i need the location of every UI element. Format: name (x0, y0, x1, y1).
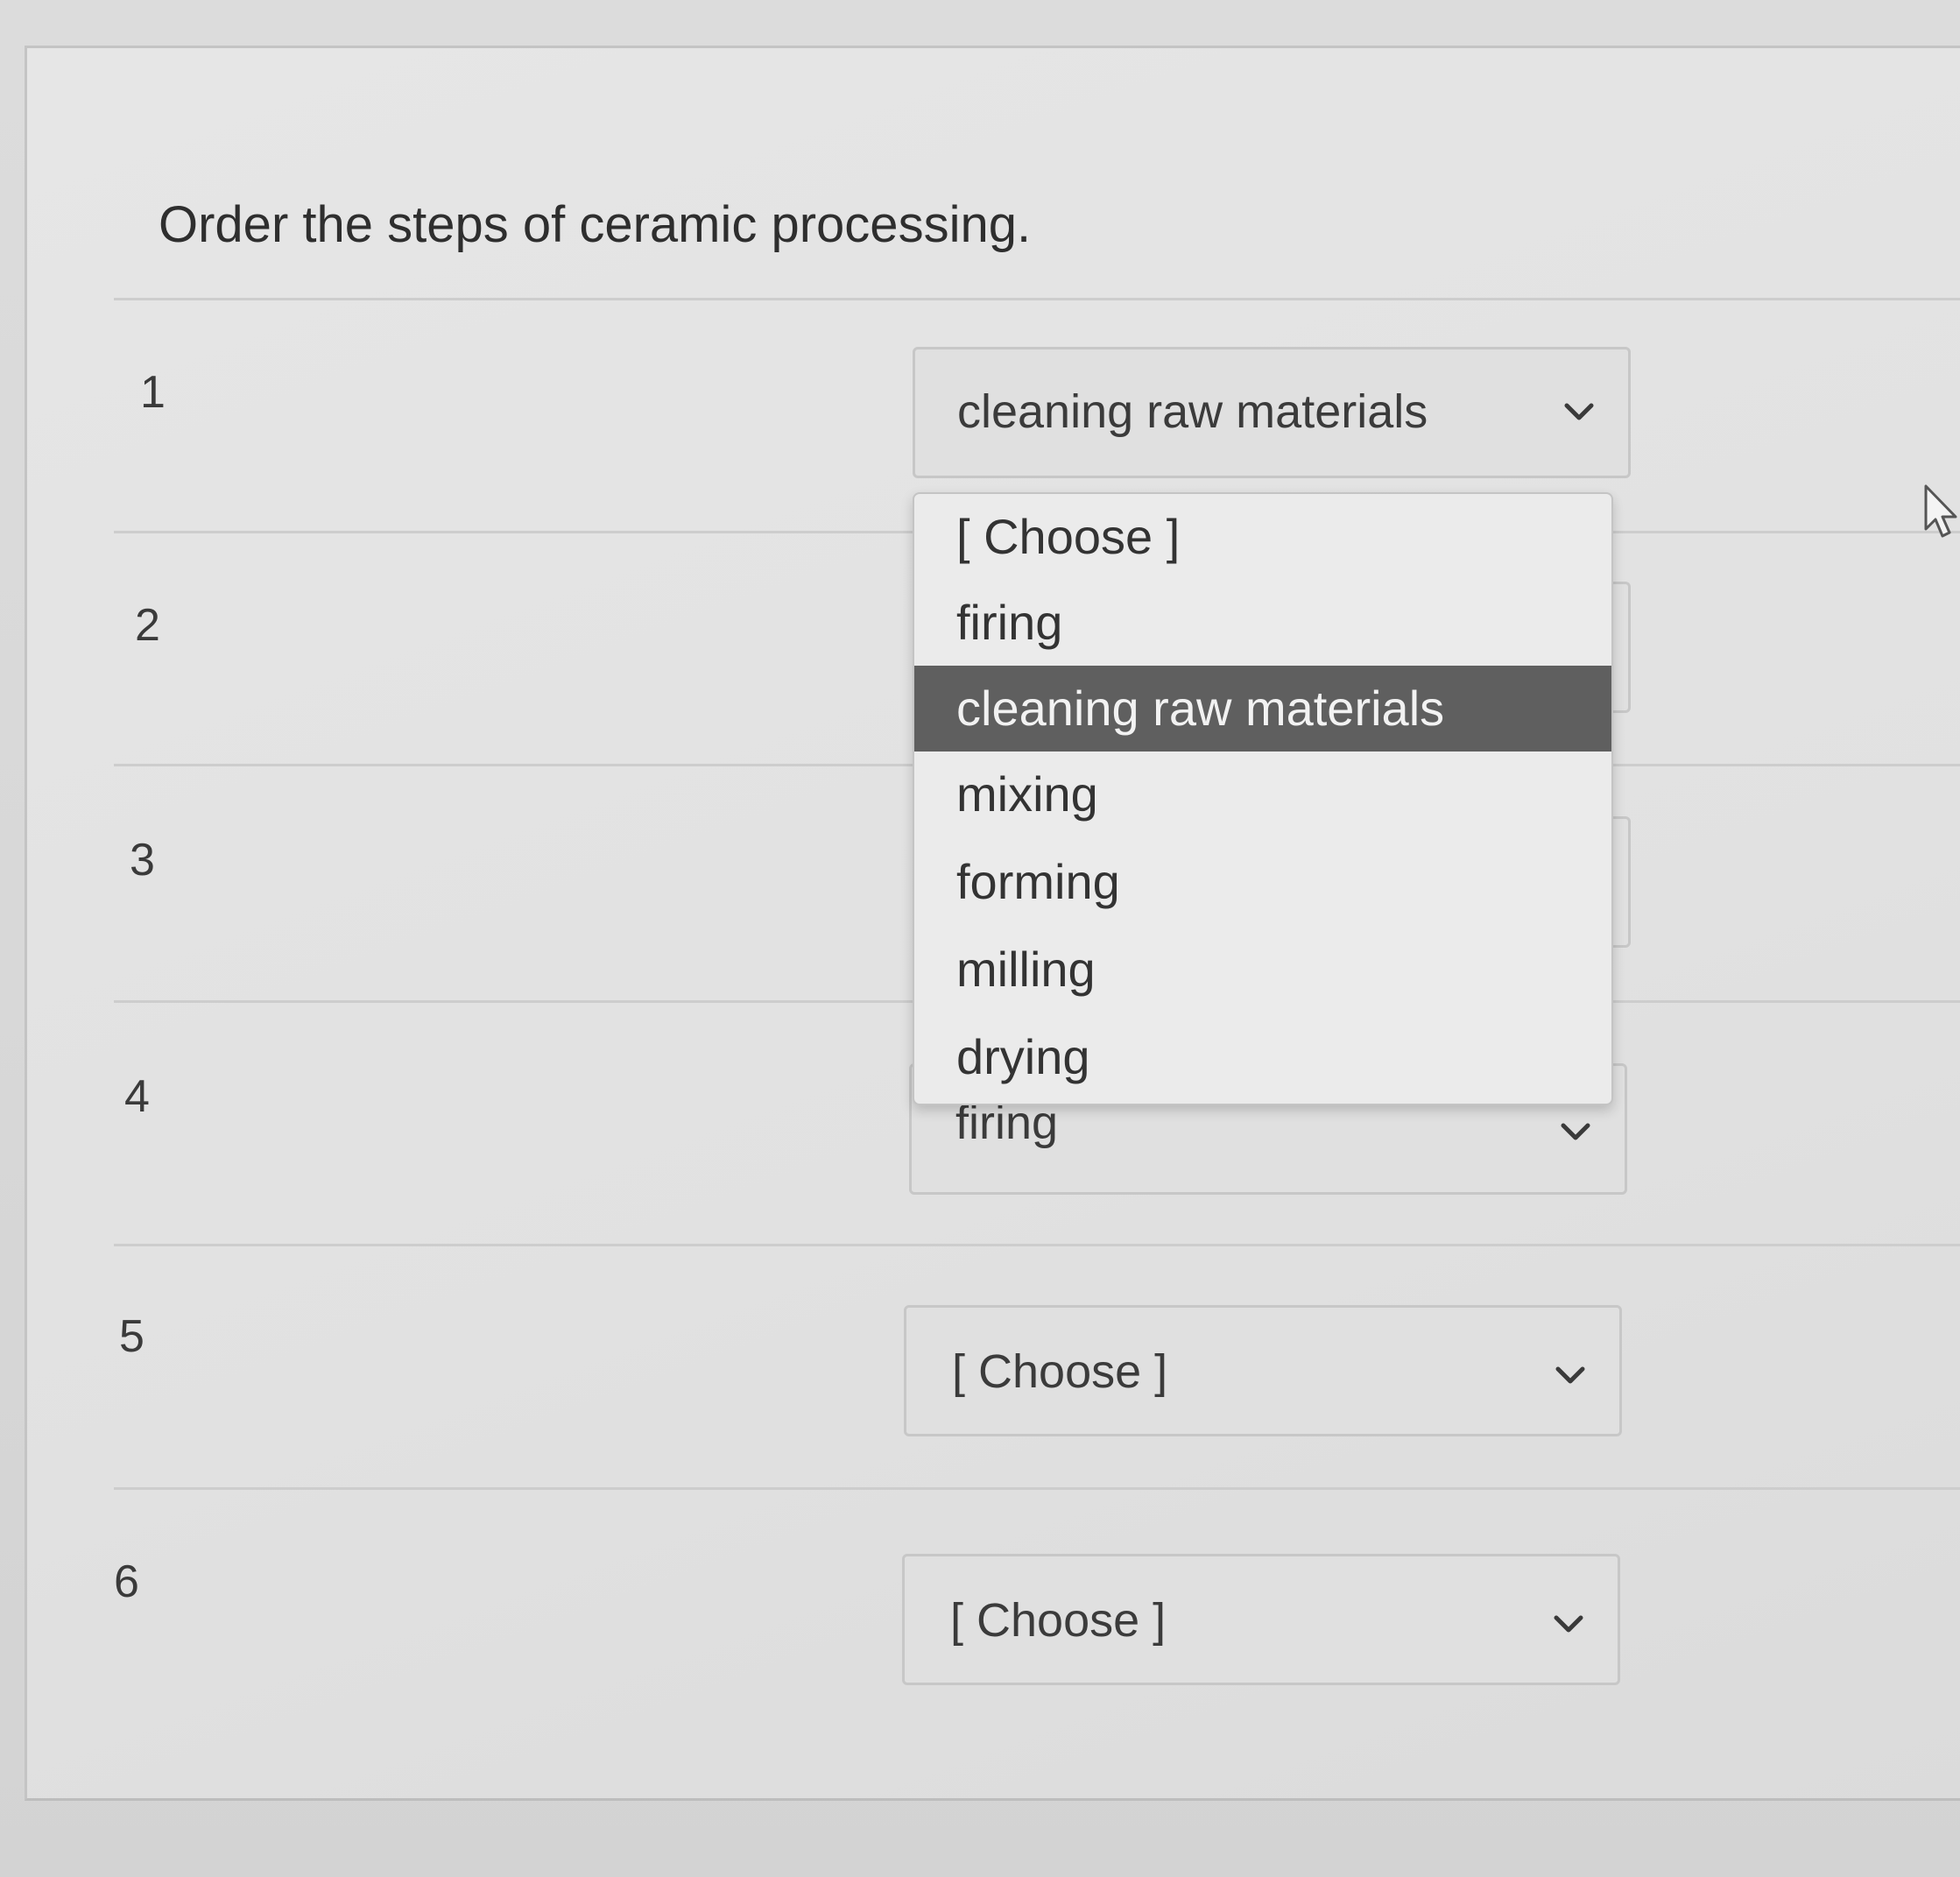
step-select-1[interactable]: cleaning raw materials (913, 347, 1631, 478)
dropdown-option-drying[interactable]: drying (914, 1014, 1611, 1100)
cursor-arrow-icon (1924, 484, 1957, 538)
step-select-5[interactable]: [ Choose ] (904, 1305, 1622, 1436)
chevron-down-icon (1554, 1615, 1583, 1633)
dropdown-option-firing[interactable]: firing (914, 580, 1611, 666)
chevron-down-icon (1555, 1366, 1585, 1384)
row-divider (114, 298, 1960, 300)
step-number-5: 5 (119, 1311, 145, 1362)
step-number-1: 1 (140, 367, 166, 418)
step-select-6[interactable]: [ Choose ] (902, 1554, 1620, 1685)
row-divider (114, 1244, 1960, 1246)
step-number-2: 2 (135, 600, 160, 651)
dropdown-option-cleaning-raw-materials[interactable]: cleaning raw materials (914, 666, 1611, 752)
dropdown-option-choose[interactable]: [ Choose ] (914, 494, 1611, 580)
row-divider (114, 1487, 1960, 1490)
dropdown-option-milling[interactable]: milling (914, 927, 1611, 1013)
step-number-6: 6 (114, 1556, 139, 1607)
step-select-1-value: cleaning raw materials (957, 385, 1428, 438)
dropdown-option-mixing[interactable]: mixing (914, 752, 1611, 837)
step-select-5-value: [ Choose ] (952, 1345, 1168, 1398)
dropdown-option-forming[interactable]: forming (914, 839, 1611, 925)
step-number-4: 4 (124, 1071, 150, 1122)
step-select-6-value: [ Choose ] (950, 1594, 1167, 1647)
page-background: Order the steps of ceramic processing. 1… (0, 0, 1960, 1877)
dropdown-options-list: [ Choose ] firing cleaning raw materials… (913, 492, 1613, 1105)
step-number-3: 3 (130, 835, 155, 886)
chevron-down-icon (1561, 1123, 1590, 1140)
chevron-down-icon (1564, 403, 1594, 420)
question-text: Order the steps of ceramic processing. (159, 196, 1032, 253)
